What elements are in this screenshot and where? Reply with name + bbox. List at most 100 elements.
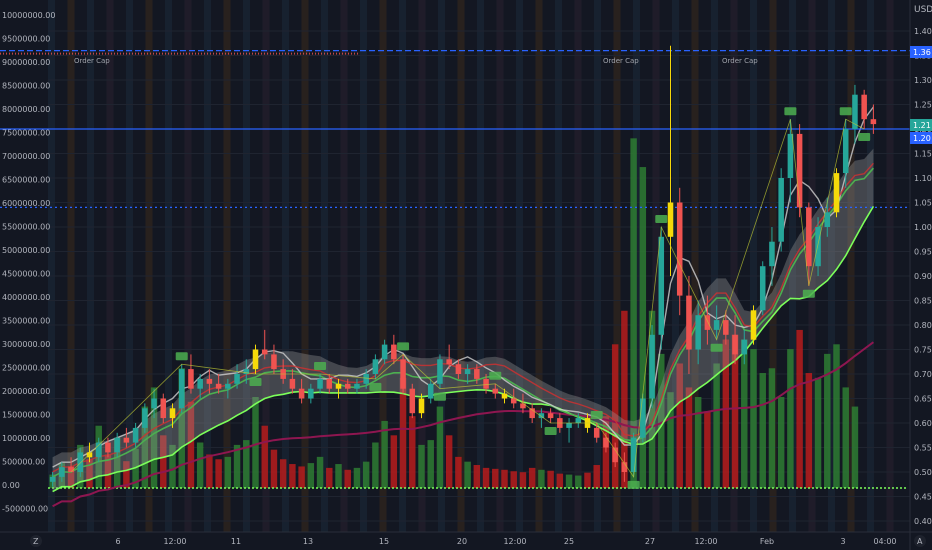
candle-body bbox=[446, 359, 452, 365]
candle-body bbox=[372, 359, 379, 374]
candle-body bbox=[151, 398, 157, 409]
volume-bar bbox=[565, 474, 573, 488]
pivot-label-box bbox=[433, 392, 446, 401]
volume-bar bbox=[787, 349, 794, 488]
candle-body bbox=[114, 437, 120, 453]
x-axis-tick: 04:00 bbox=[873, 537, 896, 546]
volume-bar bbox=[326, 467, 333, 488]
candle-body bbox=[474, 369, 480, 379]
volume-bar bbox=[501, 469, 508, 488]
candle-body bbox=[547, 413, 554, 419]
candle-body bbox=[68, 467, 74, 472]
volume-bar bbox=[519, 472, 527, 488]
volume-bar bbox=[833, 344, 840, 488]
pivot-label-box bbox=[314, 362, 327, 370]
candle-body bbox=[252, 349, 259, 370]
volume-bar bbox=[575, 475, 582, 488]
candle-body bbox=[593, 427, 600, 438]
volume-bar bbox=[279, 459, 287, 488]
right-axis-tick: 0.80 bbox=[914, 321, 932, 330]
zoom-icon-left[interactable]: Z bbox=[30, 535, 42, 547]
volume-bar bbox=[759, 373, 766, 488]
candle-body bbox=[381, 344, 388, 360]
candle-body bbox=[575, 418, 582, 423]
candle-body bbox=[142, 408, 148, 428]
price-chart[interactable]: 10000000.00 9500000.00 9000000.00 8500000.0… bbox=[0, 0, 932, 550]
pivot-label-box bbox=[369, 382, 382, 391]
pivot-label-box bbox=[627, 480, 640, 489]
volume-bar bbox=[418, 444, 425, 488]
pivot-label-box bbox=[710, 343, 723, 352]
candle-body bbox=[77, 452, 84, 472]
annotation-order-cap-1: Order Cap bbox=[74, 57, 110, 65]
candle-body bbox=[566, 423, 572, 428]
candle-body bbox=[427, 383, 434, 399]
candle-body bbox=[778, 178, 784, 242]
candle-body bbox=[289, 378, 296, 389]
volume-bar bbox=[353, 467, 361, 488]
candle-body bbox=[335, 383, 342, 389]
left-axis-tick: 3500000.00 bbox=[2, 317, 50, 326]
auto-scale-icon[interactable]: A bbox=[914, 535, 926, 547]
candle-body bbox=[483, 378, 489, 389]
pivot-label-box bbox=[802, 289, 815, 298]
pivot-label-box bbox=[784, 107, 797, 116]
volume-bar bbox=[409, 416, 416, 488]
right-axis-tick: 1.40 bbox=[914, 27, 932, 36]
volume-bar bbox=[482, 467, 490, 488]
left-axis-tick: 2000000.00 bbox=[2, 387, 50, 396]
x-axis-tick: 20 bbox=[457, 537, 467, 546]
volume-bar bbox=[492, 468, 499, 488]
candle-body bbox=[400, 359, 406, 389]
candle-body bbox=[492, 388, 499, 394]
pivot-label-box bbox=[858, 133, 871, 141]
left-axis-tick: 9000000.00 bbox=[2, 58, 50, 67]
pivot-label-box bbox=[590, 411, 603, 419]
badge-last-price: 1.21 bbox=[910, 119, 932, 131]
currency-label: USD bbox=[914, 5, 932, 15]
candle-body bbox=[464, 369, 471, 374]
candle-body bbox=[225, 383, 231, 389]
volume-bar bbox=[685, 387, 693, 488]
candle-body bbox=[132, 427, 139, 443]
volume-bar bbox=[777, 396, 785, 488]
right-axis-tick: 0.50 bbox=[914, 468, 932, 477]
volume-bar bbox=[547, 470, 554, 488]
left-axis-tick: 500000.00 bbox=[2, 458, 45, 467]
candle-body bbox=[391, 344, 397, 360]
candle-body bbox=[667, 202, 674, 237]
candle-body bbox=[455, 364, 462, 374]
candle-body bbox=[630, 437, 637, 472]
volume-bar bbox=[842, 387, 849, 488]
volume-bar bbox=[252, 396, 259, 488]
candle-body bbox=[271, 354, 277, 370]
candle-body bbox=[326, 378, 333, 389]
candle-body bbox=[317, 378, 323, 389]
left-axis-tick: 0.00 bbox=[2, 481, 20, 490]
right-axis-tick: 0.40 bbox=[914, 517, 932, 526]
candle-body bbox=[741, 339, 748, 355]
left-axis-tick: 3000000.00 bbox=[2, 340, 50, 349]
candle-body bbox=[676, 202, 683, 296]
left-axis-tick: 5500000.00 bbox=[2, 223, 50, 232]
candle-body bbox=[409, 388, 416, 414]
volume-bar bbox=[556, 473, 564, 488]
volume-bar bbox=[704, 411, 711, 488]
candle-body bbox=[261, 349, 268, 355]
volume-bar bbox=[372, 442, 379, 488]
annotation-order-cap-3: Order Cap bbox=[722, 57, 758, 65]
candle-body bbox=[824, 212, 831, 227]
volume-bar bbox=[224, 456, 232, 488]
volume-bar bbox=[289, 464, 296, 488]
right-axis-tick: 1.10 bbox=[914, 174, 932, 183]
candle-body bbox=[787, 133, 794, 178]
left-axis-tick: 4500000.00 bbox=[2, 270, 50, 279]
volume-bar bbox=[750, 349, 757, 488]
pivot-label-box bbox=[655, 215, 668, 223]
volume-bar bbox=[538, 469, 545, 488]
candle-body bbox=[418, 398, 425, 414]
volume-bar bbox=[510, 471, 517, 488]
left-axis-tick: 9500000.00 bbox=[2, 35, 50, 44]
candle-body bbox=[188, 369, 194, 389]
volume-bar bbox=[473, 465, 481, 488]
